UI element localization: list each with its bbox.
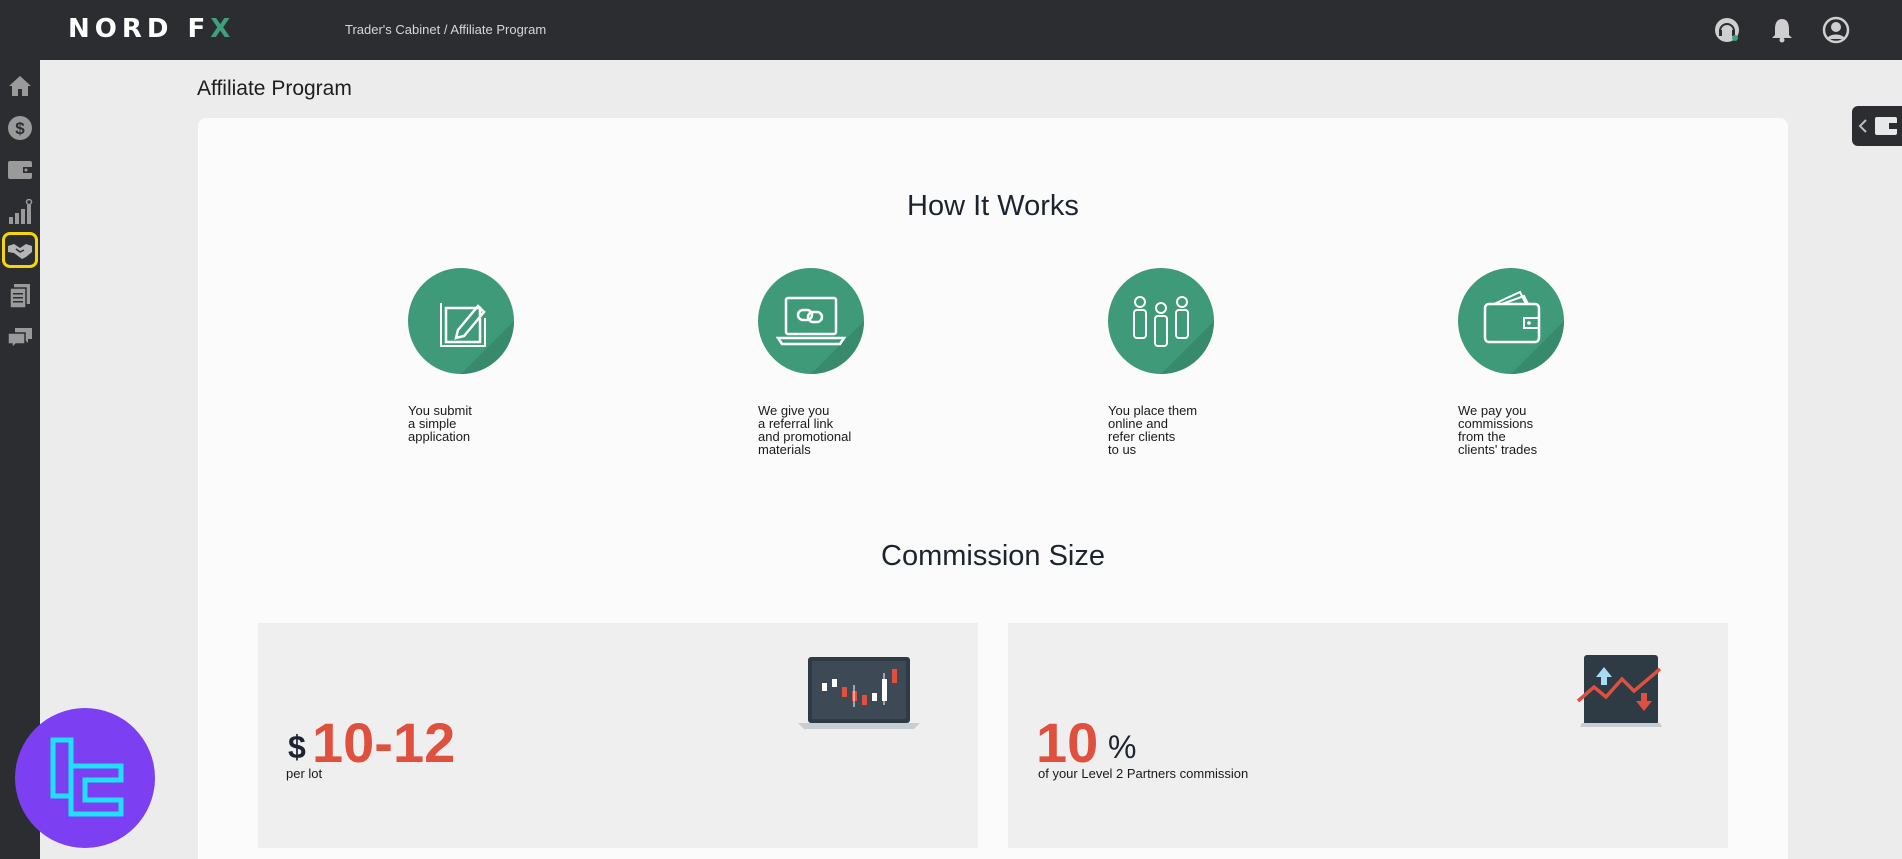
step-text: We give you a referral link and promotio… <box>758 403 852 457</box>
svg-text:$: $ <box>15 119 25 138</box>
people-icon <box>1108 268 1214 374</box>
commission-card-per-lot: $ 10-12 per lot <box>258 623 978 848</box>
edit-document-icon <box>408 268 514 374</box>
documents-icon <box>9 284 30 309</box>
step-submit-application: You submit a simple application <box>408 268 608 443</box>
handshake-icon <box>8 244 32 259</box>
sidebar-item-home[interactable] <box>4 70 36 102</box>
page-title: Affiliate Program <box>197 77 352 100</box>
sidebar-item-affiliate[interactable] <box>2 232 38 268</box>
step-referral-link: We give you a referral link and promotio… <box>758 268 958 456</box>
dollar-icon: $ <box>8 116 32 140</box>
home-icon <box>9 76 31 96</box>
wallet-icon <box>1875 117 1897 135</box>
step-get-paid: We pay you commissions from the clients'… <box>1458 268 1658 456</box>
laptop-link-icon <box>758 268 864 374</box>
wallet-icon <box>8 161 32 179</box>
breadcrumb: Trader's Cabinet / Affiliate Program <box>345 22 547 37</box>
tl-watermark-logo <box>15 708 155 848</box>
step-text: You submit a simple application <box>408 403 472 444</box>
top-bar: NORD FX Trader's Cabinet / Affiliate Pro… <box>0 0 1902 60</box>
commission-card-level2: 10 % of your Level 2 Partners commission <box>1008 623 1728 848</box>
commission-caption: per lot <box>286 766 323 781</box>
trend-chart-icon <box>1576 655 1662 727</box>
sidebar-item-wallet[interactable] <box>4 154 36 186</box>
nordfx-logo[interactable]: NORD FX <box>68 14 235 44</box>
step-refer-clients: You place them online and refer clients … <box>1108 268 1308 456</box>
support-icon[interactable] <box>1713 16 1741 44</box>
sidebar-item-support[interactable] <box>4 322 36 354</box>
step-text: You place them online and refer clients … <box>1108 403 1198 457</box>
percent-sign: % <box>1108 729 1137 765</box>
analytics-icon <box>9 199 33 224</box>
commission-caption: of your Level 2 Partners commission <box>1038 766 1249 781</box>
how-it-works-title: How It Works <box>907 190 1079 222</box>
sidebar-item-finance[interactable]: $ <box>4 112 36 144</box>
wallet-panel-toggle[interactable] <box>1852 106 1902 146</box>
commission-size-title: Commission Size <box>881 540 1105 572</box>
user-icon[interactable] <box>1822 16 1850 44</box>
bell-icon[interactable] <box>1768 16 1796 44</box>
affiliate-content-card: How It Works You submit a simple applica… <box>198 118 1788 859</box>
wallet-icon <box>1458 268 1564 374</box>
sidebar-item-documents[interactable] <box>4 280 36 312</box>
sidebar-item-analytics[interactable] <box>4 196 36 228</box>
commission-value: 10-12 <box>312 711 456 774</box>
laptop-chart-icon <box>798 657 920 729</box>
step-text: We pay you commissions from the clients'… <box>1458 403 1538 457</box>
dollar-sign: $ <box>288 729 306 765</box>
chevron-left-icon <box>1858 119 1867 133</box>
chat-icon <box>7 328 32 350</box>
